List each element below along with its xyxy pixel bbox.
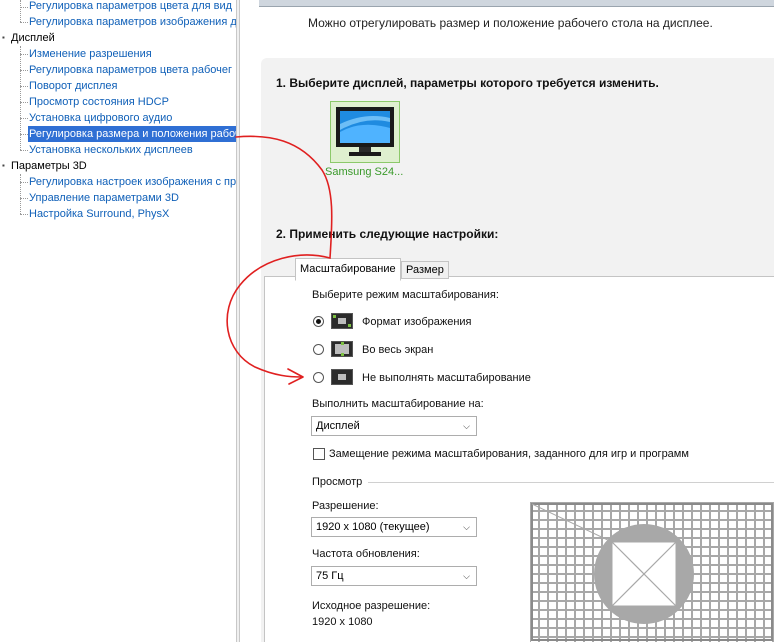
content-pane: Можно отрегулировать размер и положение … [240,0,774,642]
radio-no-scaling[interactable] [313,372,324,383]
tree-line [20,182,28,183]
tree-line [20,198,28,199]
preview-group-label: Просмотр [312,476,363,488]
navigation-tree: ▪ ▪ Регулировка параметров цвета для вид… [0,0,236,642]
chevron-down-icon: ⌵ [463,421,470,431]
tree-line [20,174,21,214]
group-divider [368,482,774,483]
nav-item-video-color[interactable]: Регулировка параметров цвета для вид [29,0,232,14]
header-banner [259,0,774,7]
tree-line [20,102,28,103]
aspect-ratio-icon [331,313,353,329]
monitor-icon [336,107,394,156]
tree-line [20,86,28,87]
refresh-value: 75 Гц [316,570,344,582]
chevron-down-icon: ⌵ [463,571,470,581]
display-selector[interactable] [330,101,400,163]
page-description: Можно отрегулировать размер и положение … [308,16,713,30]
tree-line [20,22,28,23]
chevron-down-icon: ⌵ [463,522,470,532]
nav-item-manage-3d[interactable]: Управление параметрами 3D [29,190,179,206]
nav-item-hdcp-status[interactable]: Просмотр состояния HDCP [29,94,169,110]
override-checkbox[interactable] [313,448,325,460]
tree-line [20,0,21,22]
tree-line [20,150,28,151]
preview-test-pattern [530,502,774,642]
radio-full-screen[interactable] [313,344,324,355]
nav-item-surround-physx[interactable]: Настройка Surround, PhysX [29,206,169,222]
tree-line [20,118,28,119]
nav-item-rotate-display[interactable]: Поворот дисплея [29,78,117,94]
scaling-preview [530,502,774,642]
mode-full-screen-label[interactable]: Во весь экран [362,344,433,356]
nav-item-digital-audio[interactable]: Установка цифрового аудио [29,110,172,126]
nav-category-display[interactable]: Дисплей [11,30,55,46]
native-resolution-value: 1920 x 1080 [312,616,373,628]
mode-no-scaling-label[interactable]: Не выполнять масштабирование [362,372,531,384]
tree-line [20,70,28,71]
collapse-icon[interactable]: ▪ [2,162,9,170]
resolution-label: Разрешение: [312,500,379,512]
override-label[interactable]: Замещение режима масштабирования, заданн… [329,448,689,460]
refresh-dropdown[interactable]: 75 Гц ⌵ [311,566,477,586]
radio-aspect-ratio[interactable] [313,316,324,327]
mode-aspect-ratio-label[interactable]: Формат изображения [362,316,472,328]
perform-on-label: Выполнить масштабирование на: [312,398,484,410]
nav-category-3d[interactable]: Параметры 3D [11,158,87,174]
refresh-label: Частота обновления: [312,548,420,560]
perform-on-value: Дисплей [316,420,360,432]
tab-size[interactable]: Размер [401,261,449,279]
display-name[interactable]: Samsung S24... [325,166,403,178]
nav-item-desktop-size-position[interactable]: Регулировка размера и положения рабоч [28,126,236,142]
collapse-icon[interactable]: ▪ [2,34,9,42]
tab-scaling[interactable]: Масштабирование [295,258,401,281]
perform-on-dropdown[interactable]: Дисплей ⌵ [311,416,477,436]
resolution-dropdown[interactable]: 1920 x 1080 (текущее) ⌵ [311,517,477,537]
scaling-mode-label: Выберите режим масштабирования: [312,289,499,301]
tree-line [20,7,28,8]
resolution-value: 1920 x 1080 (текущее) [316,521,430,533]
step2-title: 2. Применить следующие настройки: [276,227,499,241]
full-screen-icon [331,341,353,357]
nav-item-desktop-color[interactable]: Регулировка параметров цвета рабочег [29,62,232,78]
nav-item-change-resolution[interactable]: Изменение разрешения [29,46,152,62]
tree-line [20,214,28,215]
tree-line [20,134,28,135]
nav-item-multiple-displays[interactable]: Установка нескольких дисплеев [29,142,193,158]
step1-title: 1. Выберите дисплей, параметры которого … [276,76,659,90]
native-resolution-label: Исходное разрешение: [312,600,431,612]
no-scaling-icon [331,369,353,385]
nav-item-3d-image-settings[interactable]: Регулировка настроек изображения с пр [29,174,236,190]
nav-item-video-image[interactable]: Регулировка параметров изображения д [29,14,236,30]
tree-line [20,54,28,55]
